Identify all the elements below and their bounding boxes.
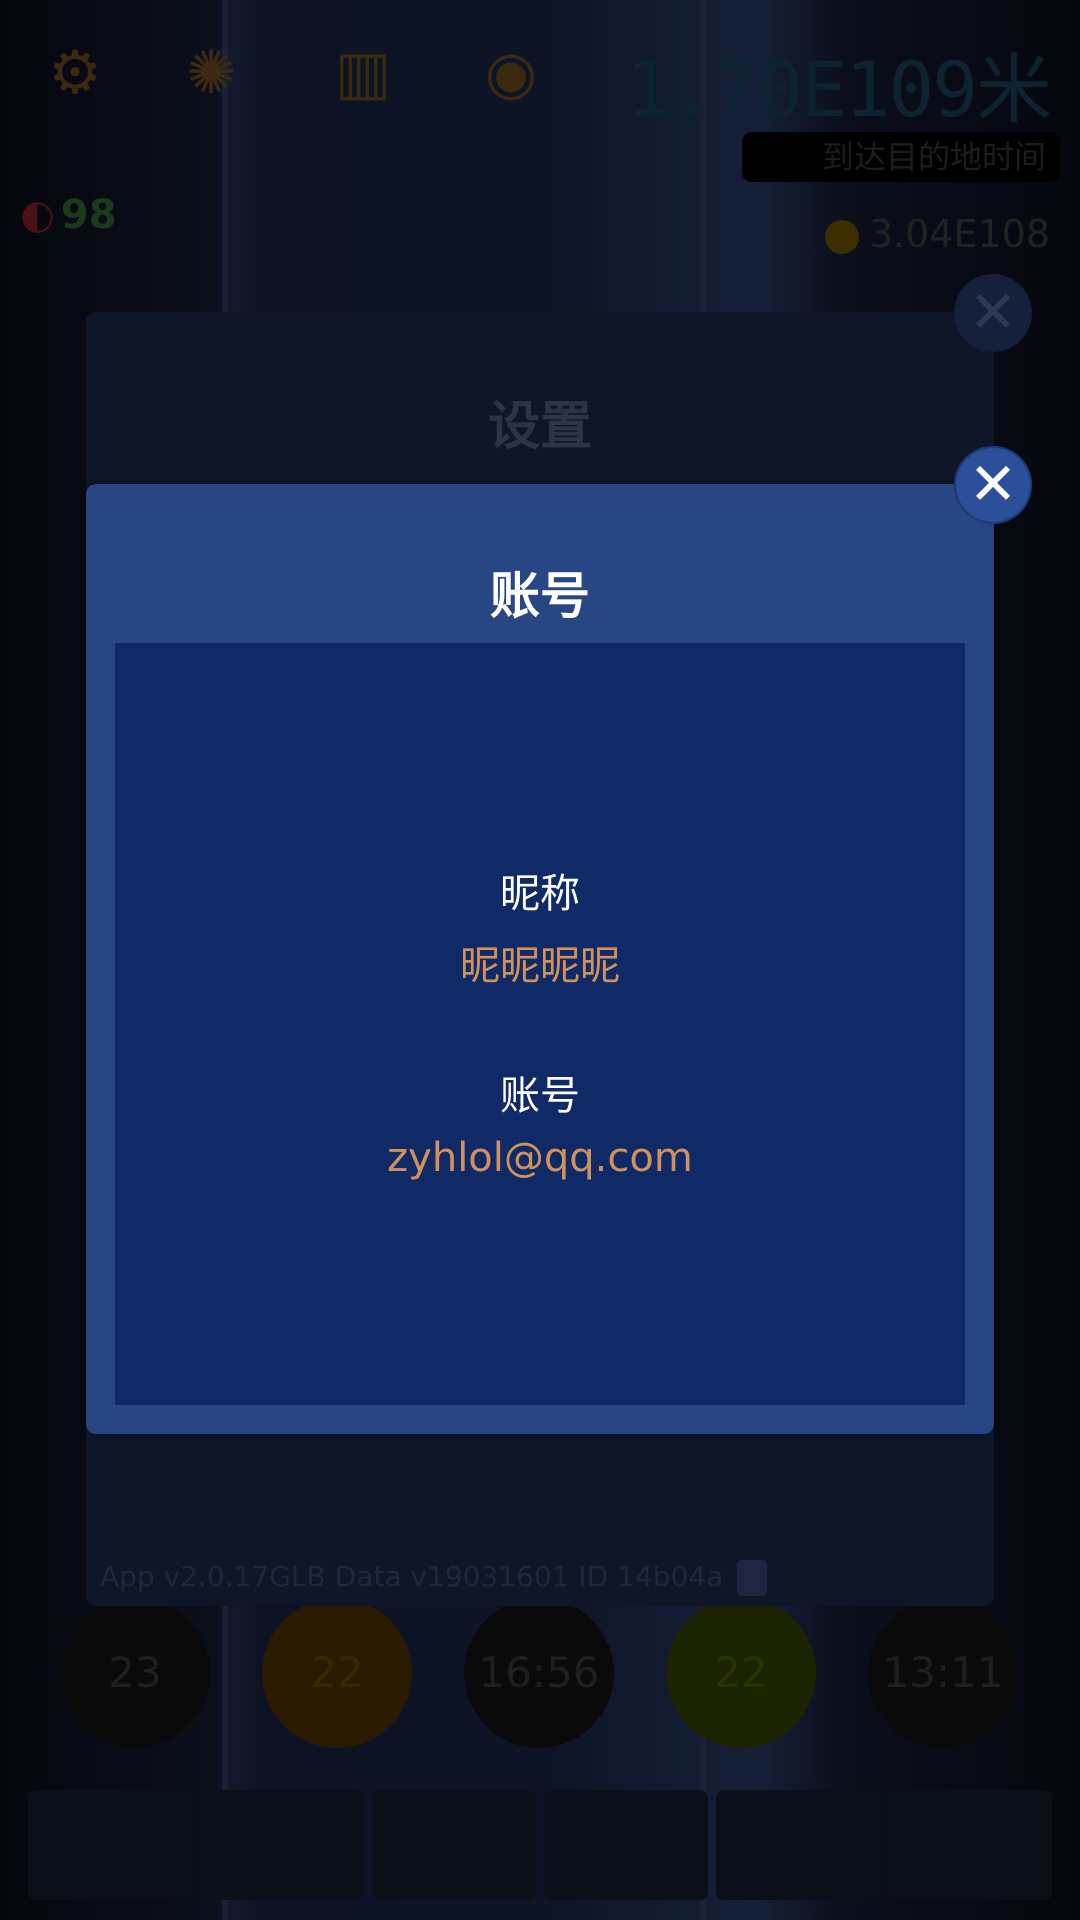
account-dialog-title: 账号: [490, 567, 590, 625]
nickname-label: 昵称: [500, 871, 580, 917]
close-icon: ✕: [968, 278, 1018, 346]
bottom-slot-4[interactable]: 22: [666, 1598, 816, 1748]
distance-readout: 1.70E109米: [625, 45, 1052, 134]
coin-balance: 3.04E108: [824, 212, 1050, 256]
planet-count-value: 98: [60, 192, 117, 238]
bottom-nav-item[interactable]: [888, 1790, 1052, 1900]
account-label: 账号: [500, 1073, 580, 1119]
version-info: App v2.0.17GLB Data v19031601 ID 14b04a: [100, 1560, 768, 1596]
camera-icon[interactable]: ◉: [476, 38, 546, 108]
coin-value: 3.04E108: [868, 212, 1050, 256]
gear-icon[interactable]: ⚙: [40, 38, 110, 108]
account-close-button[interactable]: ✕: [954, 446, 1032, 524]
bottom-nav-item[interactable]: [200, 1790, 364, 1900]
close-icon: ✕: [968, 450, 1018, 518]
settings-close-button[interactable]: ✕: [954, 274, 1032, 352]
bottom-slot-3[interactable]: 16:56: [464, 1598, 614, 1748]
bottom-slot-2[interactable]: 22: [262, 1598, 412, 1748]
badge-icon[interactable]: ✺: [176, 38, 246, 108]
stats-icon[interactable]: ▥: [328, 38, 398, 108]
account-info-panel: 昵称 昵昵昵昵 账号 zyhlol@qq.com: [115, 643, 965, 1405]
coin-icon: [824, 219, 859, 254]
bottom-slot-5[interactable]: 13:11: [868, 1598, 1018, 1748]
account-value: zyhlol@qq.com: [387, 1135, 693, 1181]
bottom-nav-item[interactable]: [372, 1790, 536, 1900]
copy-icon[interactable]: [737, 1560, 768, 1596]
bottom-nav-item[interactable]: [28, 1790, 192, 1900]
bottom-slot-1[interactable]: 23: [60, 1598, 210, 1748]
nickname-value: 昵昵昵昵: [460, 943, 620, 989]
hud-banner: 到达目的地时间: [742, 132, 1060, 182]
planet-count: ◐ 98: [20, 192, 117, 238]
bottom-nav-item[interactable]: [716, 1790, 880, 1900]
account-dialog: 账号 昵称 昵昵昵昵 账号 zyhlol@qq.com: [86, 484, 994, 1434]
planet-icon: ◐: [20, 192, 55, 238]
settings-title: 设置: [487, 397, 592, 457]
bottom-nav-bar: [28, 1790, 1052, 1900]
bottom-nav-item[interactable]: [544, 1790, 708, 1900]
version-text: App v2.0.17GLB Data v19031601 ID 14b04a: [100, 1560, 724, 1593]
